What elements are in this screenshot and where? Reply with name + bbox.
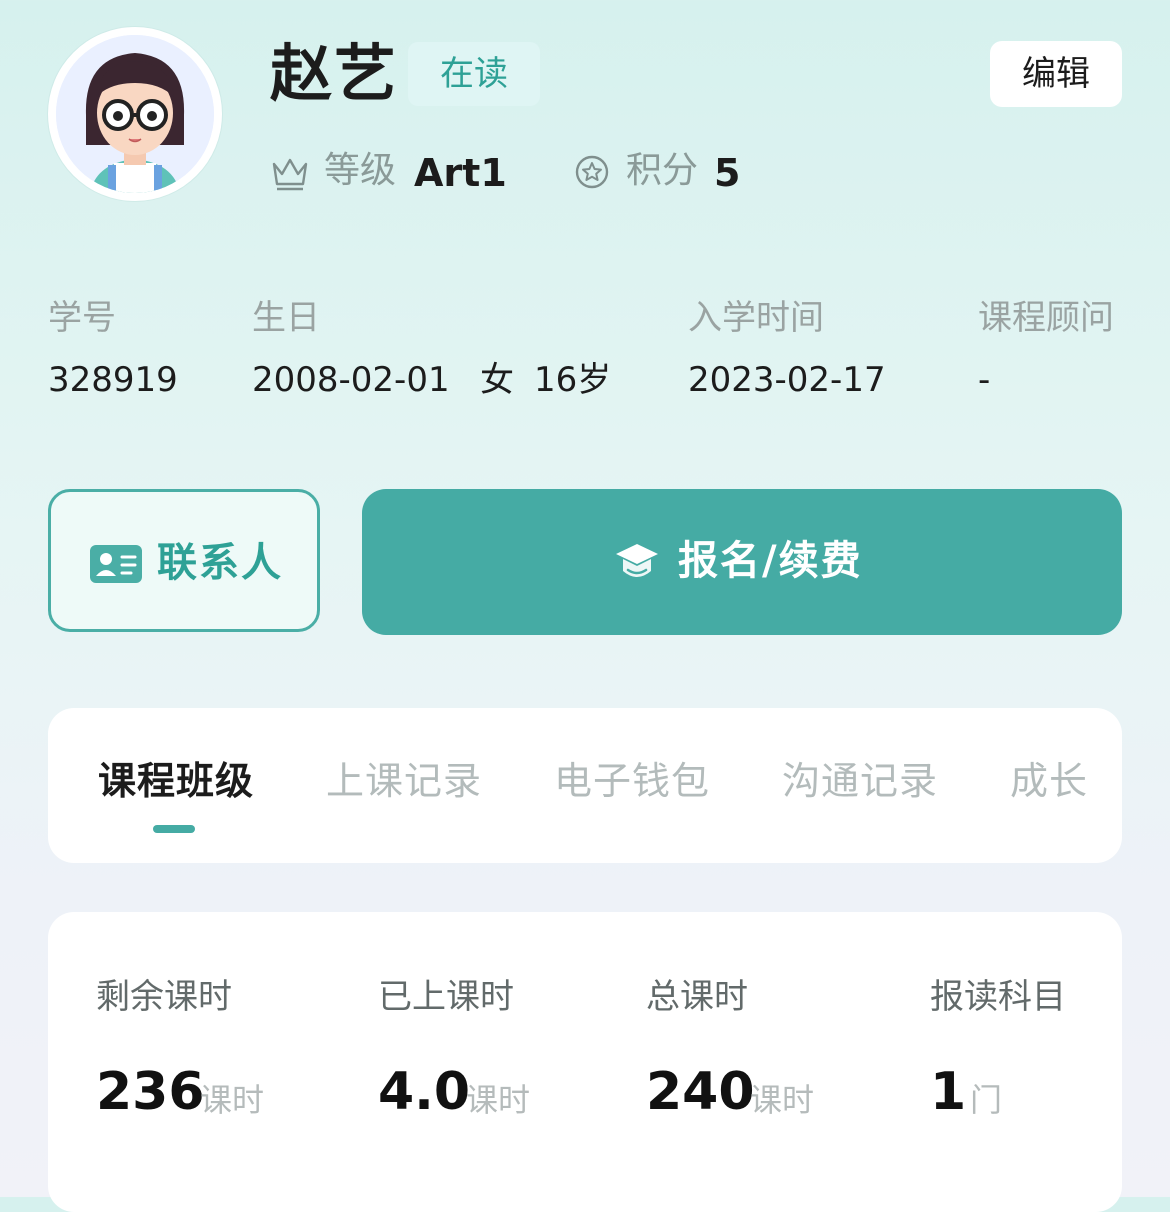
student-id-value: 328919 [48,360,178,400]
enrolled-subjects-value: 1 [930,1062,967,1122]
enroll-renew-button[interactable]: 报名/续费 [362,489,1122,635]
enrolled-subjects-unit: 门 [970,1081,1003,1119]
enrolled-subjects-label: 报读科目 [930,977,1066,1017]
gender-value: 女 [480,360,514,400]
tab-communication-records[interactable]: 沟通记录 [782,756,938,806]
age-value: 16岁 [534,360,612,400]
birthday-value: 2008-02-01 [252,360,450,400]
avatar[interactable] [48,27,222,201]
star-badge-icon [575,155,609,189]
remaining-hours-unit: 课时 [200,1081,265,1119]
contact-button[interactable]: 联系人 [48,489,320,632]
graduation-cap-icon [616,544,658,577]
tab-e-wallet[interactable]: 电子钱包 [554,756,710,806]
edit-button[interactable]: 编辑 [990,41,1122,107]
points-value: 5 [714,151,741,195]
attended-hours-label: 已上课时 [378,977,514,1017]
advisor-value: - [978,360,991,400]
active-tab-indicator [153,825,195,833]
level-value: Art1 [414,151,507,195]
remaining-hours-label: 剩余课时 [96,977,232,1017]
remaining-hours-value: 236 [96,1062,205,1122]
level-label: 等级 [324,150,397,191]
student-id-label: 学号 [48,298,116,338]
tab-course-class[interactable]: 课程班级 [98,756,254,806]
tab-growth[interactable]: 成长 [1010,756,1088,806]
total-hours-unit: 课时 [750,1081,815,1119]
advisor-label: 课程顾问 [978,298,1114,338]
avatar-illustration [56,35,214,193]
enroll-renew-label: 报名/续费 [678,538,863,584]
attended-hours-value: 4.0 [378,1062,471,1122]
student-name: 赵艺 [270,37,399,110]
tab-class-records[interactable]: 上课记录 [326,756,482,806]
birthday-label: 生日 [252,298,320,338]
status-badge: 在读 [408,42,540,106]
attended-hours-unit: 课时 [466,1081,531,1119]
enroll-date-label: 入学时间 [688,298,824,338]
tab-bar: 课程班级 上课记录 电子钱包 沟通记录 成长 [48,708,1122,863]
avatar-icon [56,35,214,193]
contact-label: 联系人 [157,540,283,586]
class-hours-stats: 剩余课时 236 课时 已上课时 4.0 课时 总课时 240 课时 报读科目 … [48,912,1122,1212]
total-hours-label: 总课时 [646,977,748,1017]
points-label: 积分 [626,150,699,191]
contact-card-icon [90,545,142,583]
crown-icon [272,158,308,191]
total-hours-value: 240 [646,1062,755,1122]
enroll-date-value: 2023-02-17 [688,360,886,400]
